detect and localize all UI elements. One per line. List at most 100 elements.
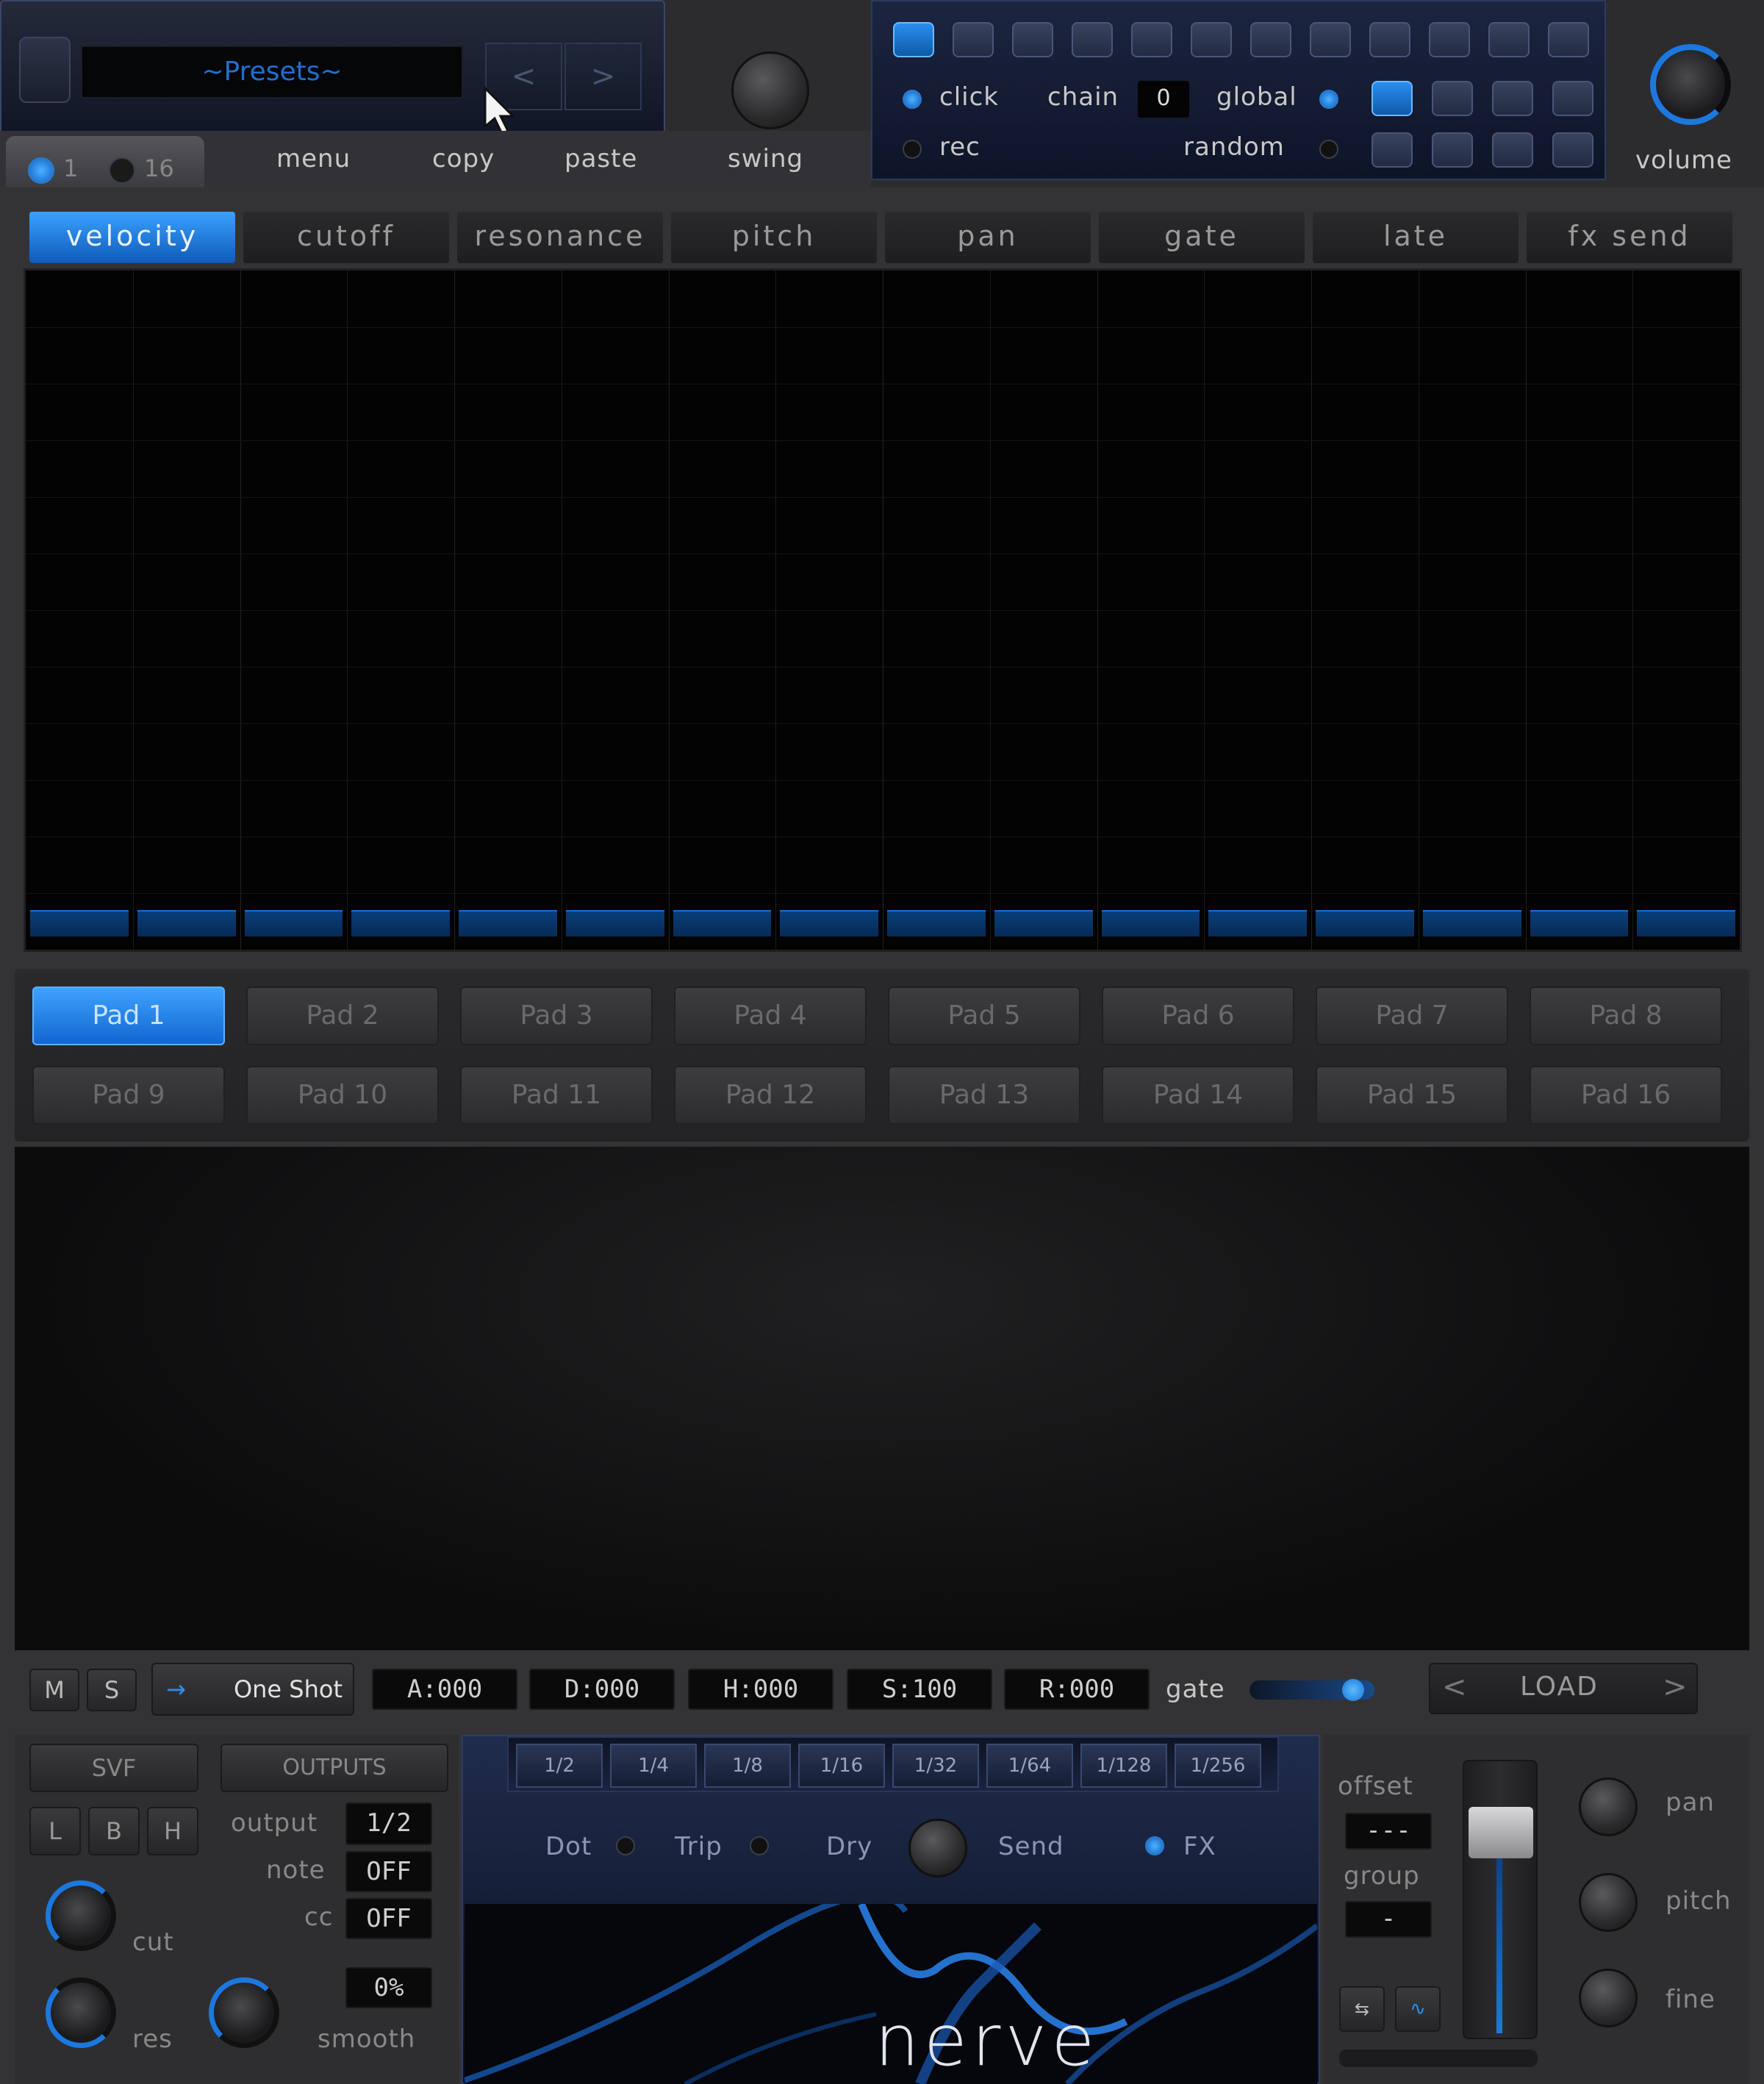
cc-value[interactable]: OFF <box>345 1898 432 1939</box>
pattern-16-radio[interactable] <box>109 157 135 184</box>
velocity-bar-step-15[interactable] <box>1530 910 1629 937</box>
decay-field[interactable]: D:000 <box>529 1669 675 1710</box>
preset-menu-handle[interactable] <box>19 37 71 103</box>
res-knob[interactable] <box>46 1977 116 2048</box>
svf-lowpass-button[interactable]: L <box>29 1807 81 1855</box>
dot-radio[interactable] <box>616 1836 635 1855</box>
load-button[interactable]: LOAD <box>1520 1672 1599 1702</box>
gate-slider-thumb[interactable] <box>1342 1679 1364 1701</box>
pad-10[interactable]: Pad 10 <box>246 1066 439 1125</box>
pad-15[interactable]: Pad 15 <box>1316 1066 1508 1125</box>
play-mode-button[interactable]: → One Shot <box>151 1663 354 1716</box>
division-button-1-128[interactable]: 1/128 <box>1080 1744 1167 1788</box>
pad-6[interactable]: Pad 6 <box>1102 987 1294 1045</box>
svf-highpass-button[interactable]: H <box>147 1807 198 1855</box>
swing-knob[interactable] <box>731 51 809 129</box>
preset-next-button[interactable]: > <box>564 43 642 110</box>
step-button-7[interactable] <box>1250 22 1291 57</box>
fx-radio[interactable] <box>1145 1836 1164 1855</box>
param-tab-pitch[interactable]: pitch <box>671 212 877 263</box>
step-button-8[interactable] <box>1310 22 1351 57</box>
gate-slider[interactable] <box>1250 1679 1374 1701</box>
step-button-5[interactable] <box>1131 22 1172 57</box>
step-button-12[interactable] <box>1548 22 1589 57</box>
sequencer-grid[interactable] <box>24 268 1742 952</box>
velocity-bar-step-2[interactable] <box>137 910 236 937</box>
velocity-bar-step-1[interactable] <box>30 910 129 937</box>
velocity-bar-step-12[interactable] <box>1208 910 1307 937</box>
menu-button[interactable]: menu <box>276 144 351 173</box>
division-button-1-2[interactable]: 1/2 <box>516 1744 603 1788</box>
paste-button[interactable]: paste <box>564 144 637 173</box>
pad-1[interactable]: Pad 1 <box>32 987 225 1045</box>
param-tab-velocity[interactable]: velocity <box>29 212 235 263</box>
division-button-1-8[interactable]: 1/8 <box>704 1744 791 1788</box>
velocity-bar-step-3[interactable] <box>244 910 343 937</box>
random-radio[interactable] <box>1319 140 1338 159</box>
step-button-11[interactable] <box>1488 22 1530 57</box>
seq-mode-button-8[interactable] <box>1552 132 1593 168</box>
seq-mode-button-7[interactable] <box>1492 132 1533 168</box>
seq-mode-button-4[interactable] <box>1552 81 1593 116</box>
volume-fader-track[interactable] <box>1463 1760 1538 2039</box>
svf-bandpass-button[interactable]: B <box>88 1807 140 1855</box>
pad-7[interactable]: Pad 7 <box>1316 987 1508 1045</box>
smooth-knob[interactable] <box>209 1977 279 2048</box>
param-tab-fx-send[interactable]: fx send <box>1527 212 1732 263</box>
rec-radio[interactable] <box>903 140 922 159</box>
solo-button[interactable]: S <box>87 1669 137 1711</box>
trip-radio[interactable] <box>750 1836 769 1855</box>
step-button-10[interactable] <box>1429 22 1470 57</box>
velocity-bar-step-13[interactable] <box>1316 910 1414 937</box>
pad-5[interactable]: Pad 5 <box>888 987 1080 1045</box>
param-tab-cutoff[interactable]: cutoff <box>243 212 449 263</box>
step-button-3[interactable] <box>1012 22 1053 57</box>
waveform-mode-button[interactable]: ∿ <box>1395 1986 1441 2032</box>
seq-mode-button-5[interactable] <box>1372 132 1413 168</box>
pan-knob[interactable] <box>1579 1777 1638 1836</box>
division-button-1-16[interactable]: 1/16 <box>798 1744 885 1788</box>
pad-16[interactable]: Pad 16 <box>1530 1066 1722 1125</box>
attack-field[interactable]: A:000 <box>372 1669 517 1710</box>
seq-mode-button-1[interactable] <box>1372 81 1413 116</box>
seq-mode-button-3[interactable] <box>1492 81 1533 116</box>
sustain-field[interactable]: S:100 <box>847 1669 992 1710</box>
velocity-bar-step-9[interactable] <box>887 910 986 937</box>
offset-value[interactable]: --- <box>1345 1813 1432 1850</box>
step-button-1[interactable] <box>893 22 934 57</box>
division-button-1-32[interactable]: 1/32 <box>892 1744 979 1788</box>
fader-handle[interactable] <box>1469 1807 1533 1858</box>
output-value[interactable]: 1/2 <box>345 1802 432 1845</box>
pad-12[interactable]: Pad 12 <box>674 1066 867 1125</box>
param-tab-gate[interactable]: gate <box>1099 212 1305 263</box>
velocity-bar-step-4[interactable] <box>351 910 450 937</box>
pad-14[interactable]: Pad 14 <box>1102 1066 1294 1125</box>
velocity-bar-step-11[interactable] <box>1101 910 1200 937</box>
velocity-bar-step-16[interactable] <box>1637 910 1735 937</box>
pad-13[interactable]: Pad 13 <box>888 1066 1080 1125</box>
seq-mode-button-6[interactable] <box>1432 132 1473 168</box>
pad-2[interactable]: Pad 2 <box>246 987 439 1045</box>
load-next-button[interactable]: > <box>1663 1670 1688 1704</box>
mute-button[interactable]: M <box>29 1669 79 1711</box>
velocity-bar-step-10[interactable] <box>994 910 1093 937</box>
pad-11[interactable]: Pad 11 <box>460 1066 653 1125</box>
pad-8[interactable]: Pad 8 <box>1530 987 1722 1045</box>
step-button-4[interactable] <box>1072 22 1113 57</box>
load-prev-button[interactable]: < <box>1442 1670 1467 1704</box>
copy-button[interactable]: copy <box>432 144 495 173</box>
pattern-1-radio[interactable] <box>28 157 54 184</box>
dry-send-knob[interactable] <box>908 1819 967 1877</box>
velocity-bar-step-8[interactable] <box>780 910 878 937</box>
pad-4[interactable]: Pad 4 <box>674 987 867 1045</box>
step-button-9[interactable] <box>1369 22 1410 57</box>
bottom-scrollbar[interactable] <box>1339 2049 1538 2067</box>
pad-9[interactable]: Pad 9 <box>32 1066 225 1125</box>
param-tab-resonance[interactable]: resonance <box>457 212 663 263</box>
velocity-bar-step-5[interactable] <box>459 910 557 937</box>
global-radio[interactable] <box>1319 90 1338 109</box>
hold-field[interactable]: H:000 <box>688 1669 833 1710</box>
division-button-1-64[interactable]: 1/64 <box>986 1744 1073 1788</box>
click-radio[interactable] <box>903 90 922 109</box>
chain-value[interactable]: 0 <box>1138 81 1189 118</box>
